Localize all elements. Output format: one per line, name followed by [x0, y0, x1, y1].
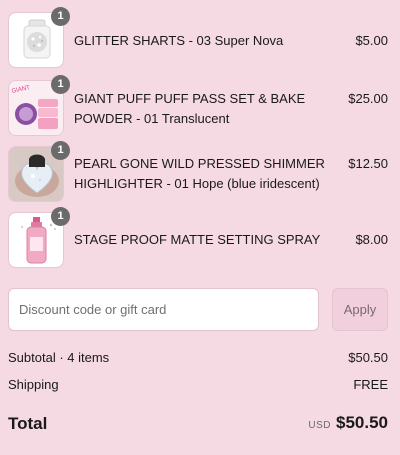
discount-field[interactable] [8, 288, 319, 331]
subtotal-value: $50.50 [348, 350, 388, 365]
total-amount-group: USD $50.50 [308, 413, 388, 433]
subtotal-row: Subtotal · 4 items $50.50 [8, 349, 388, 367]
item-price: $25.00 [348, 91, 388, 106]
subtotal-label: Subtotal · 4 items [8, 350, 110, 365]
shipping-label: Shipping [8, 377, 59, 392]
quantity-badge: 1 [51, 141, 70, 160]
quantity-badge: 1 [51, 7, 70, 26]
total-value: $50.50 [336, 413, 388, 432]
quantity-badge: 1 [51, 75, 70, 94]
discount-input[interactable] [9, 289, 318, 330]
shipping-value: FREE [353, 377, 388, 392]
item-price: $12.50 [348, 156, 388, 171]
apply-button[interactable]: Apply [332, 288, 388, 331]
quantity-badge: 1 [51, 207, 70, 226]
item-name: GLITTER SHARTS - 03 Super Nova [74, 33, 284, 48]
cart-item: 1 PEARL GONE WILD PRESSED SHIMMER HIGHLI… [8, 141, 392, 204]
cart-item: 1 GLITTER SHARTS - 03 Super Nova $5.00 [8, 7, 392, 70]
item-name: STAGE PROOF MATTE SETTING SPRAY [74, 232, 321, 247]
cart-item: 1 STAGE PROOF MATTE SETTING SPRAY $8.00 [8, 207, 392, 270]
item-price: $5.00 [355, 33, 388, 48]
currency-code: USD [308, 420, 331, 431]
item-price: $8.00 [355, 232, 388, 247]
item-name: GIANT PUFF PUFF PASS SET & BAKE POWDER -… [74, 91, 306, 126]
cart-item: GIANT 1 GIANT PUFF PUFF PASS SET & BAKE … [8, 75, 392, 138]
total-label: Total [8, 414, 48, 433]
item-name: PEARL GONE WILD PRESSED SHIMMER HIGHLIGH… [74, 156, 325, 191]
shipping-row: Shipping FREE [8, 376, 388, 394]
